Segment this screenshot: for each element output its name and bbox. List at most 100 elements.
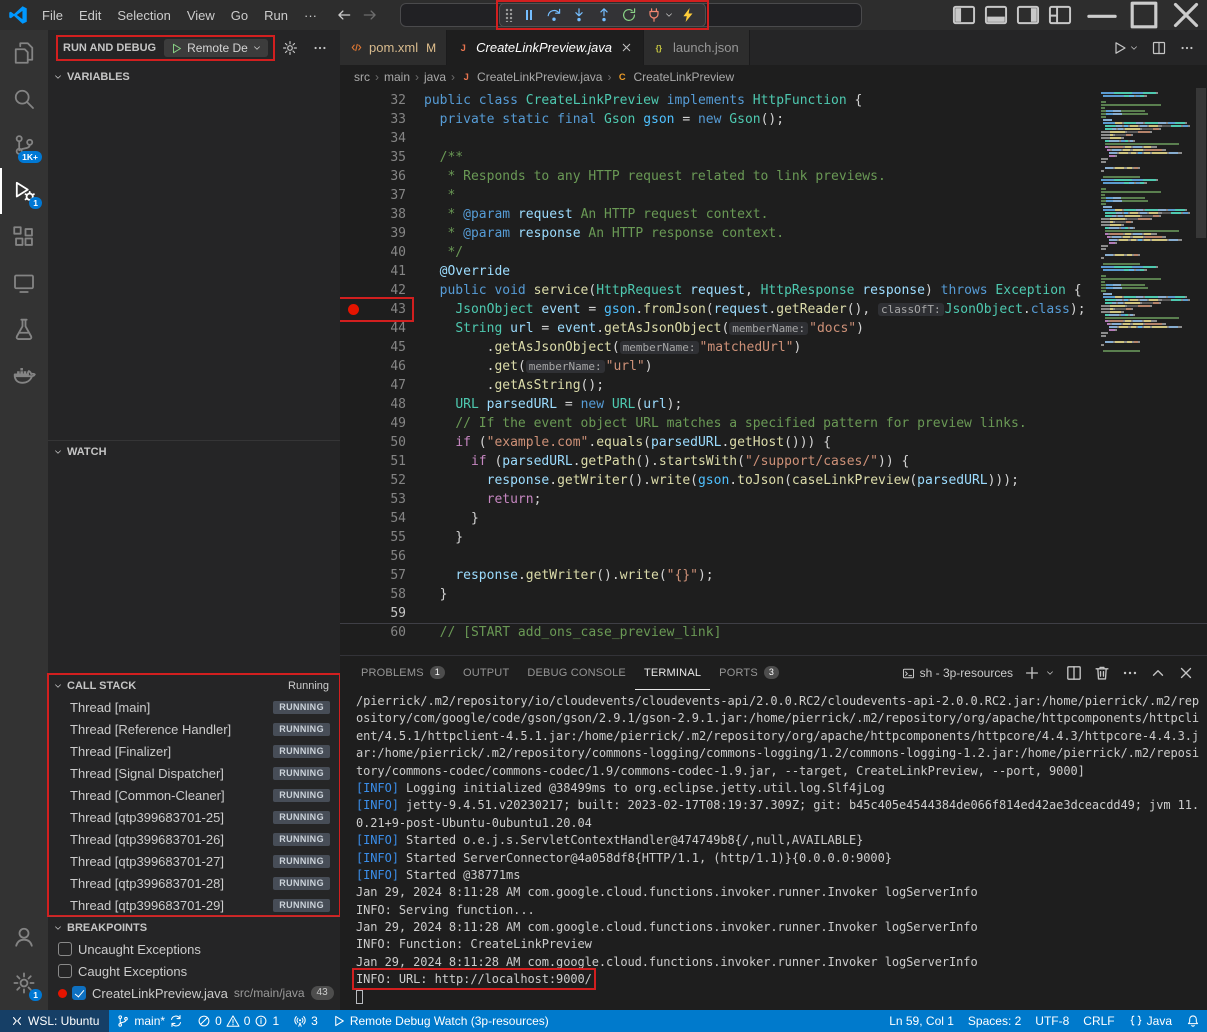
activity-accounts[interactable] bbox=[0, 914, 48, 960]
code-line[interactable]: 45 .getAsJsonObject(memberName:"matchedU… bbox=[340, 338, 1207, 357]
code-line[interactable]: 44 String url = event.getAsJsonObject(me… bbox=[340, 319, 1207, 338]
nav-forward-icon[interactable] bbox=[361, 6, 379, 24]
menu-run[interactable]: Run bbox=[256, 5, 296, 26]
debug-pause-button[interactable] bbox=[517, 4, 541, 26]
code-line[interactable]: 32public class CreateLinkPreview impleme… bbox=[340, 91, 1207, 110]
new-terminal-icon[interactable] bbox=[1023, 663, 1041, 683]
debug-restart-button[interactable] bbox=[617, 4, 641, 26]
drag-handle-icon[interactable] bbox=[505, 8, 513, 22]
breakpoint-item[interactable]: Caught Exceptions bbox=[48, 960, 340, 982]
call-stack-thread[interactable]: Thread [Signal Dispatcher]RUNNING bbox=[48, 762, 340, 784]
activity-search[interactable] bbox=[0, 76, 48, 122]
editor-more-actions-icon[interactable] bbox=[1179, 40, 1195, 56]
activity-remote-explorer[interactable] bbox=[0, 260, 48, 306]
debug-disconnect-dropdown[interactable] bbox=[663, 4, 675, 26]
breakpoint-item[interactable]: CreateLinkPreview.javasrc/main/java43 bbox=[48, 982, 340, 1004]
code-line[interactable]: 56 bbox=[340, 547, 1207, 566]
code-line[interactable]: 42 public void service(HttpRequest reque… bbox=[340, 281, 1207, 300]
panel-tab-terminal[interactable]: TERMINAL bbox=[635, 656, 710, 690]
breadcrumb-item[interactable]: java bbox=[424, 70, 446, 84]
debug-status[interactable]: Remote Debug Watch (3p-resources) bbox=[325, 1010, 556, 1032]
code-line[interactable]: 53 return; bbox=[340, 490, 1207, 509]
code-line[interactable]: 36 * Responds to any HTTP request relate… bbox=[340, 167, 1207, 186]
call-stack-thread[interactable]: Thread [qtp399683701-27]RUNNING bbox=[48, 850, 340, 872]
breadcrumb-item[interactable]: src bbox=[354, 70, 370, 84]
terminal-profile-select[interactable]: sh - 3p-resources bbox=[902, 666, 1013, 680]
code-line[interactable]: 54 } bbox=[340, 509, 1207, 528]
ports-indicator[interactable]: 3 bbox=[286, 1010, 325, 1032]
code-line[interactable]: 46 .get(memberName:"url") bbox=[340, 357, 1207, 376]
debug-hot-code-replace-button[interactable] bbox=[676, 4, 700, 26]
activity-explorer[interactable] bbox=[0, 30, 48, 76]
remote-indicator[interactable]: WSL: Ubuntu bbox=[0, 1010, 109, 1032]
breadcrumb-item[interactable]: main bbox=[384, 70, 410, 84]
breakpoint-checkbox[interactable] bbox=[72, 986, 86, 1000]
tab-launch.json[interactable]: {}launch.json bbox=[644, 30, 750, 65]
code-line[interactable]: 60 // [START add_ons_case_preview_link] bbox=[340, 623, 1207, 642]
breadcrumb-item[interactable]: CCreateLinkPreview bbox=[616, 70, 734, 84]
code-line[interactable]: 37 * bbox=[340, 186, 1207, 205]
code-line[interactable]: 48 URL parsedURL = new URL(url); bbox=[340, 395, 1207, 414]
panel-tab-ports[interactable]: PORTS3 bbox=[710, 656, 788, 690]
cursor-position[interactable]: Ln 59, Col 1 bbox=[882, 1010, 961, 1032]
activity-source-control[interactable]: 1K+ bbox=[0, 122, 48, 168]
debug-step-out-button[interactable] bbox=[592, 4, 616, 26]
notifications[interactable] bbox=[1179, 1010, 1207, 1032]
menu-selection[interactable]: Selection bbox=[109, 5, 178, 26]
panel-tab-debug-console[interactable]: DEBUG CONSOLE bbox=[518, 656, 635, 690]
code-line[interactable]: 57 response.getWriter().write("{}"); bbox=[340, 566, 1207, 585]
toggle-sidebar-icon[interactable] bbox=[951, 2, 977, 28]
code-line[interactable]: 39 * @param response An HTTP response co… bbox=[340, 224, 1207, 243]
debug-step-over-button[interactable] bbox=[542, 4, 566, 26]
close-panel-icon[interactable] bbox=[1177, 663, 1195, 683]
code-line[interactable]: 34 bbox=[340, 129, 1207, 148]
code-line[interactable]: 40 */ bbox=[340, 243, 1207, 262]
code-line[interactable]: 59 bbox=[340, 604, 1207, 623]
eol[interactable]: CRLF bbox=[1076, 1010, 1121, 1032]
encoding[interactable]: UTF-8 bbox=[1028, 1010, 1076, 1032]
activity-testing[interactable] bbox=[0, 306, 48, 352]
code-line[interactable]: 55 } bbox=[340, 528, 1207, 547]
run-file-button[interactable] bbox=[1112, 40, 1139, 56]
breakpoint-checkbox[interactable] bbox=[58, 964, 72, 978]
menu-edit[interactable]: Edit bbox=[71, 5, 109, 26]
start-debugging-icon[interactable] bbox=[170, 42, 183, 55]
debug-step-into-button[interactable] bbox=[567, 4, 591, 26]
split-editor-icon[interactable] bbox=[1151, 40, 1167, 56]
watch-section-header[interactable]: WATCH bbox=[48, 440, 340, 462]
menu-overflow[interactable]: ··· bbox=[296, 5, 325, 26]
panel-more-actions-icon[interactable] bbox=[1121, 663, 1139, 683]
more-actions-icon[interactable] bbox=[312, 40, 328, 56]
call-stack-thread[interactable]: Thread [Finalizer]RUNNING bbox=[48, 740, 340, 762]
panel-tab-output[interactable]: OUTPUT bbox=[454, 656, 518, 690]
call-stack-thread[interactable]: Thread [Reference Handler]RUNNING bbox=[48, 718, 340, 740]
code-line[interactable]: 35 /** bbox=[340, 148, 1207, 167]
tab-pom.xml[interactable]: pom.xmlM bbox=[340, 30, 447, 65]
editor-scrollbar[interactable] bbox=[1196, 88, 1206, 238]
call-stack-thread[interactable]: Thread [main]RUNNING bbox=[48, 696, 340, 718]
maximize-panel-icon[interactable] bbox=[1149, 663, 1167, 683]
menu-go[interactable]: Go bbox=[223, 5, 256, 26]
call-stack-thread[interactable]: Thread [qtp399683701-28]RUNNING bbox=[48, 872, 340, 894]
activity-settings[interactable]: 1 bbox=[0, 960, 48, 1006]
code-line[interactable]: 51 if (parsedURL.getPath().startsWith("/… bbox=[340, 452, 1207, 471]
variables-section-header[interactable]: VARIABLES bbox=[48, 66, 340, 88]
code-line[interactable]: 41 @Override bbox=[340, 262, 1207, 281]
close-window-button[interactable] bbox=[1165, 0, 1207, 30]
breakpoint-checkbox[interactable] bbox=[58, 942, 72, 956]
code-line[interactable]: 52 response.getWriter().write(gson.toJso… bbox=[340, 471, 1207, 490]
launch-config-select[interactable]: Remote De bbox=[164, 39, 268, 57]
call-stack-thread[interactable]: Thread [Common-Cleaner]RUNNING bbox=[48, 784, 340, 806]
minimap[interactable] bbox=[1101, 92, 1193, 353]
call-stack-thread[interactable]: Thread [qtp399683701-25]RUNNING bbox=[48, 806, 340, 828]
terminal-dropdown-icon[interactable] bbox=[1045, 663, 1055, 683]
call-stack-section-header[interactable]: CALL STACK Running bbox=[48, 674, 340, 696]
breakpoints-section-header[interactable]: BREAKPOINTS bbox=[48, 916, 340, 938]
code-line[interactable]: 49 // If the event object URL matches a … bbox=[340, 414, 1207, 433]
code-line[interactable]: 47 .getAsString(); bbox=[340, 376, 1207, 395]
menu-view[interactable]: View bbox=[179, 5, 223, 26]
call-stack-thread[interactable]: Thread [qtp399683701-29]RUNNING bbox=[48, 894, 340, 916]
language-mode[interactable]: Java bbox=[1122, 1010, 1179, 1032]
activity-docker[interactable] bbox=[0, 352, 48, 398]
code-line[interactable]: 33 private static final Gson gson = new … bbox=[340, 110, 1207, 129]
